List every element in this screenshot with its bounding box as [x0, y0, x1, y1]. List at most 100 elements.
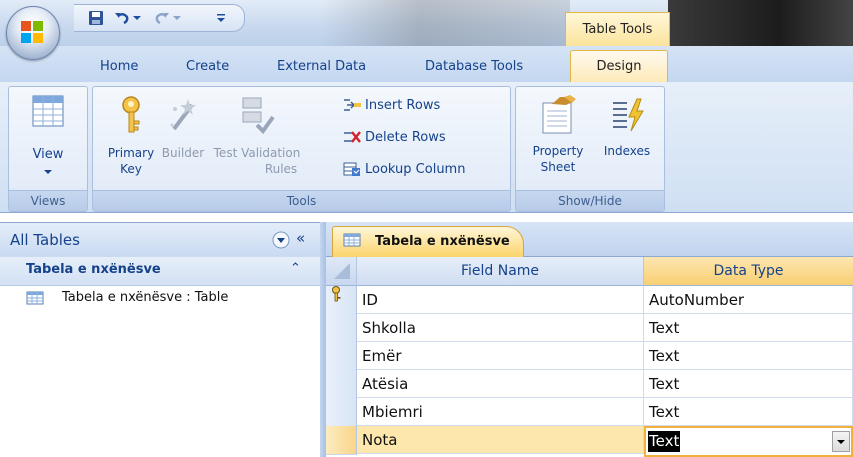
field-name-cell[interactable]: Emër: [357, 342, 644, 370]
data-type-cell[interactable]: Text: [644, 398, 853, 426]
insert-rows-label: Insert Rows: [365, 97, 441, 113]
nav-pane-title: All Tables: [10, 231, 80, 249]
nav-item-table[interactable]: Tabela e nxënësve : Table: [26, 290, 228, 305]
view-button[interactable]: View: [13, 93, 83, 179]
contextual-tab-table-tools: Table Tools: [565, 12, 670, 47]
office-logo-icon: [21, 21, 43, 43]
redo-icon: [155, 13, 169, 25]
redo-button[interactable]: [152, 8, 172, 28]
lookup-column-label: Lookup Column: [365, 161, 466, 177]
chevron-down-icon: [837, 439, 845, 444]
nav-pane-body: [0, 286, 320, 457]
property-sheet-label-1: Property: [532, 144, 584, 158]
tab-database-tools[interactable]: Database Tools: [425, 59, 523, 74]
collapse-pane-icon[interactable]: «: [296, 229, 305, 247]
chevron-down-icon: [133, 16, 141, 20]
builder-label: Builder: [161, 146, 205, 160]
builder-wand-icon: [170, 99, 196, 131]
tab-design[interactable]: Design: [570, 50, 668, 84]
indexes-label: Indexes: [603, 144, 651, 158]
view-button-label: View: [32, 147, 64, 162]
tab-home[interactable]: Home: [100, 59, 138, 74]
row-selector[interactable]: [326, 370, 357, 399]
test-validation-label-2: Rules: [264, 162, 298, 176]
data-type-combo[interactable]: Text: [644, 426, 853, 457]
tab-external-data[interactable]: External Data: [277, 59, 366, 74]
field-name-cell[interactable]: ID: [357, 286, 644, 314]
group-show-hide: Property Sheet Indexes Show/Hide: [515, 86, 665, 212]
undo-button[interactable]: [112, 8, 132, 28]
delete-rows-icon: [343, 129, 361, 145]
office-button[interactable]: [6, 6, 60, 60]
save-icon: [89, 11, 103, 25]
quick-access-toolbar: [74, 4, 245, 32]
data-type-cell[interactable]: Text: [644, 314, 853, 342]
row-selector[interactable]: [326, 286, 357, 315]
indexes-icon: [613, 98, 644, 132]
nav-group-title: Tabela e nxënësve: [26, 262, 161, 277]
property-sheet-label-2: Sheet: [540, 160, 576, 174]
field-name-cell[interactable]: Atësia: [357, 370, 644, 398]
customize-toolbar-button[interactable]: [214, 8, 228, 28]
nav-item-label: Tabela e nxënësve : Table: [62, 290, 229, 305]
document-tab-tabela[interactable]: Tabela e nxënësve: [332, 226, 524, 257]
group-label-views: Views: [9, 190, 87, 211]
corner-triangle-icon: [334, 263, 350, 279]
group-tools: Primary Key Builder Test Validation Rule…: [92, 86, 511, 212]
primary-key-button[interactable]: Primary Key: [99, 95, 163, 177]
data-type-cell[interactable]: AutoNumber: [644, 286, 853, 314]
delete-rows-button[interactable]: Delete Rows: [343, 129, 446, 145]
property-sheet-icon: [542, 95, 576, 134]
redo-dropdown[interactable]: [172, 8, 182, 28]
data-type-cell[interactable]: Text: [644, 342, 853, 370]
primary-key-label-2: Key: [120, 162, 142, 176]
collapse-group-icon[interactable]: ⌃: [290, 261, 301, 276]
save-button[interactable]: [86, 8, 106, 28]
group-label-show-hide: Show/Hide: [516, 190, 664, 211]
row-selector[interactable]: [326, 398, 357, 427]
column-header-field-name[interactable]: Field Name: [357, 257, 644, 286]
ribbon-tab-row: Home Create External Data Database Tools: [0, 46, 853, 82]
field-name-cell[interactable]: Shkolla: [357, 314, 644, 342]
lookup-column-button[interactable]: Lookup Column: [343, 161, 465, 177]
group-label-tools: Tools: [93, 190, 510, 211]
row-selector[interactable]: [326, 314, 357, 343]
test-validation-label-1: Test Validation: [213, 146, 301, 160]
undo-dropdown[interactable]: [132, 8, 142, 28]
tab-create[interactable]: Create: [186, 59, 229, 74]
insert-rows-button[interactable]: Insert Rows: [343, 97, 440, 113]
nav-group-header[interactable]: Tabela e nxënësve ⌃: [0, 257, 320, 286]
field-name-cell[interactable]: Nota: [357, 426, 644, 454]
row-selector[interactable]: [326, 342, 357, 371]
builder-button[interactable]: Builder: [157, 95, 209, 161]
datasheet-view-icon: [32, 95, 64, 127]
chevron-down-icon: [44, 170, 52, 174]
validation-rules-icon: [242, 97, 275, 135]
document-tab-label: Tabela e nxënësve: [375, 234, 510, 249]
data-type-dropdown-button[interactable]: [832, 431, 850, 452]
test-validation-rules-button[interactable]: Test Validation Rules: [205, 95, 309, 177]
data-type-combo-value: Text: [648, 431, 681, 452]
primary-key-label-1: Primary: [107, 146, 155, 160]
lookup-column-icon: [343, 161, 361, 177]
select-all-corner[interactable]: [326, 257, 357, 286]
data-type-cell[interactable]: Text: [644, 370, 853, 398]
chevron-down-circle-icon: [272, 231, 290, 249]
nav-menu-button[interactable]: [272, 231, 290, 252]
delete-rows-label: Delete Rows: [365, 129, 446, 145]
primary-key-icon: [332, 286, 341, 302]
indexes-button[interactable]: Indexes: [596, 95, 658, 159]
table-icon: [26, 291, 44, 304]
group-views: View Views: [8, 86, 88, 212]
chevron-down-icon: [173, 16, 181, 20]
nav-pane-header[interactable]: All Tables «: [0, 222, 320, 258]
table-icon: [343, 233, 361, 247]
customize-icon: [217, 14, 225, 22]
row-selector-selected[interactable]: [326, 426, 357, 455]
property-sheet-button[interactable]: Property Sheet: [522, 95, 594, 175]
field-name-cell[interactable]: Mbiemri: [357, 398, 644, 426]
insert-rows-icon: [343, 97, 361, 113]
undo-icon: [115, 13, 129, 25]
column-header-data-type[interactable]: Data Type: [644, 257, 853, 286]
key-icon: [122, 96, 140, 133]
